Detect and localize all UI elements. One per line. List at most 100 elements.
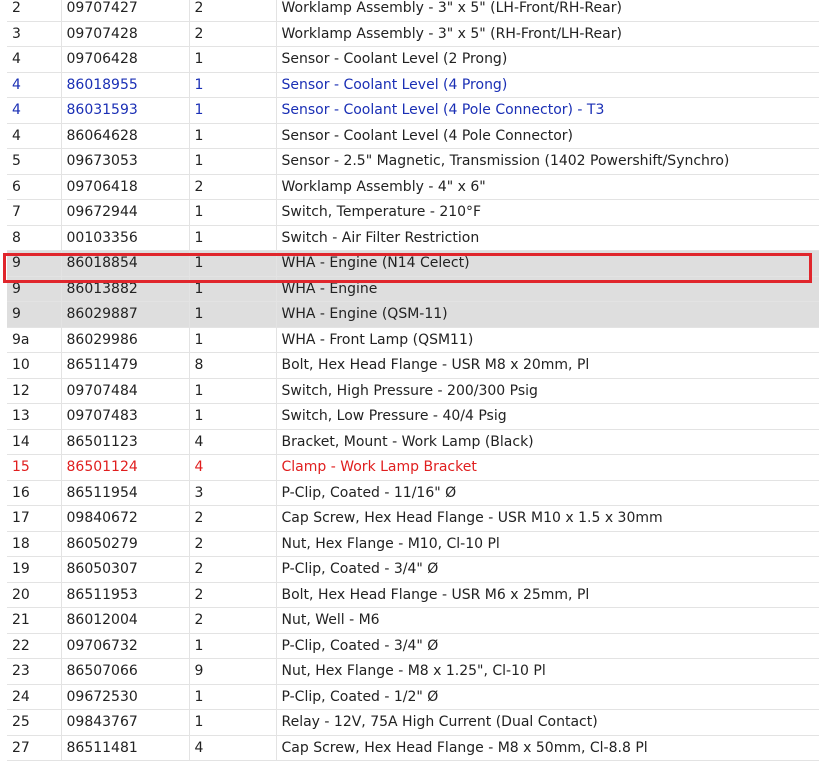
part-number-cell: 86050307 [60,556,189,583]
description-cell: Sensor - 2.5" Magnetic, Transmission (14… [275,148,819,175]
description-cell: Nut, Hex Flange - M10, Cl-10 Pl [275,531,819,557]
table-row[interactable]: 19 86050307 2 P-Clip, Coated - 3/4" Ø [7,556,819,583]
item-number-cell: 27 [7,735,61,761]
item-number-cell: 18 [7,531,61,557]
description-cell: Switch, High Pressure - 200/300 Psig [275,378,819,404]
item-number-cell: 22 [7,633,61,659]
table-row[interactable]: 23 86507066 9 Nut, Hex Flange - M8 x 1.25",… [7,658,819,685]
quantity-cell: 1 [188,684,276,710]
part-number-cell: 09706428 [60,46,189,73]
part-number-cell: 86501123 [60,429,189,455]
table-row[interactable]: 12 09707484 1 Switch, High Pressure - 200/3… [7,378,819,404]
item-number-cell: 2 [7,0,61,22]
table-row[interactable]: 16 86511954 3 P-Clip, Coated - 11/16" Ø [7,480,819,506]
quantity-cell: 1 [188,199,276,226]
part-number-cell: 86507066 [60,658,189,685]
table-row[interactable]: 4 09706428 1 Sensor - Coolant Level (2 Pron… [7,46,819,73]
part-number-cell: 09843767 [60,709,189,736]
description-cell: Cap Screw, Hex Head Flange - USR M10 x 1… [275,505,819,532]
table-row[interactable]: 21 86012004 2 Nut, Well - M6 [7,607,819,634]
quantity-cell: 2 [188,174,276,200]
item-number-cell: 7 [7,199,61,226]
table-row[interactable]: 9 86029887 1 WHA - Engine (QSM-11) [7,301,819,328]
table-row[interactable]: 10 86511479 8 Bolt, Hex Head Flange - USR M… [7,352,819,379]
table-row[interactable]: 2 09707427 2 Worklamp Assembly - 3" x 5" (L… [7,0,819,22]
item-number-cell: 3 [7,21,61,47]
table-row[interactable]: 9a 86029986 1 WHA - Front Lamp (QSM11) [7,327,819,353]
quantity-cell: 1 [188,276,276,302]
item-number-cell: 21 [7,607,61,634]
quantity-cell: 1 [188,633,276,659]
table-row[interactable]: 5 09673053 1 Sensor - 2.5" Magnetic, Transm… [7,148,819,175]
item-number-cell: 6 [7,174,61,200]
table-row[interactable]: 24 09672530 1 P-Clip, Coated - 1/2" Ø [7,684,819,710]
description-cell: Worklamp Assembly - 4" x 6" [275,174,819,200]
quantity-cell: 1 [188,250,276,277]
table-row[interactable]: 4 86064628 1 Sensor - Coolant Level (4 Pole… [7,123,819,149]
quantity-cell: 1 [188,301,276,328]
table-row[interactable]: 8 00103356 1 Switch - Air Filter Restrictio… [7,225,819,251]
parts-table-body: 2 09707427 2 Worklamp Assembly - 3" x 5" (L… [7,0,819,761]
table-row[interactable]: 20 86511953 2 Bolt, Hex Head Flange - USR M… [7,582,819,608]
quantity-cell: 1 [188,46,276,73]
table-row[interactable]: 17 09840672 2 Cap Screw, Hex Head Flange - … [7,505,819,532]
table-row[interactable]: 7 09672944 1 Switch, Temperature - 210°F [7,199,819,226]
quantity-cell: 1 [188,148,276,175]
table-row[interactable]: 25 09843767 1 Relay - 12V, 75A High Current… [7,709,819,736]
part-number-cell: 09840672 [60,505,189,532]
item-number-cell: 9a [7,327,61,353]
table-row[interactable]: 6 09706418 2 Worklamp Assembly - 4" x 6" [7,174,819,200]
description-cell: WHA - Engine [275,276,819,302]
part-number-cell: 09706732 [60,633,189,659]
description-cell: WHA - Engine (QSM-11) [275,301,819,328]
part-number-cell: 86511479 [60,352,189,379]
description-cell: Sensor - Coolant Level (4 Pole Connector… [275,97,819,124]
part-number-cell: 09707483 [60,403,189,430]
table-row[interactable]: 15 86501124 4 Clamp - Work Lamp Bracket [7,454,819,481]
item-number-cell: 9 [7,276,61,302]
item-number-cell: 19 [7,556,61,583]
table-row[interactable]: 4 86018955 1 Sensor - Coolant Level (4 Pron… [7,72,819,98]
part-number-cell: 09707484 [60,378,189,404]
description-cell: Bolt, Hex Head Flange - USR M6 x 25mm, P… [275,582,819,608]
part-number-cell: 86029986 [60,327,189,353]
table-row-selected[interactable]: 9 86018854 1 WHA - Engine (N14 Celect) [7,250,819,277]
quantity-cell: 2 [188,0,276,22]
description-cell: Bracket, Mount - Work Lamp (Black) [275,429,819,455]
quantity-cell: 2 [188,21,276,47]
item-number-cell: 15 [7,454,61,481]
table-row[interactable]: 14 86501123 4 Bracket, Mount - Work Lamp (B… [7,429,819,455]
table-row[interactable]: 3 09707428 2 Worklamp Assembly - 3" x 5" (R… [7,21,819,47]
item-number-cell: 4 [7,97,61,124]
part-number-cell: 86029887 [60,301,189,328]
quantity-cell: 8 [188,352,276,379]
description-cell: Switch, Temperature - 210°F [275,199,819,226]
description-cell: Worklamp Assembly - 3" x 5" (LH-Front/RH… [275,0,819,22]
part-number-cell: 86064628 [60,123,189,149]
description-cell: P-Clip, Coated - 11/16" Ø [275,480,819,506]
item-number-cell: 14 [7,429,61,455]
quantity-cell: 2 [188,531,276,557]
description-cell: Nut, Hex Flange - M8 x 1.25", Cl-10 Pl [275,658,819,685]
part-number-cell: 86012004 [60,607,189,634]
table-row[interactable]: 27 86511481 4 Cap Screw, Hex Head Flange - … [7,735,819,761]
table-row[interactable]: 22 09706732 1 P-Clip, Coated - 3/4" Ø [7,633,819,659]
item-number-cell: 24 [7,684,61,710]
description-cell: P-Clip, Coated - 3/4" Ø [275,633,819,659]
quantity-cell: 1 [188,378,276,404]
part-number-cell: 86050279 [60,531,189,557]
quantity-cell: 1 [188,709,276,736]
table-row[interactable]: 13 09707483 1 Switch, Low Pressure - 40/4 P… [7,403,819,430]
part-number-cell: 86018955 [60,72,189,98]
table-row[interactable]: 4 86031593 1 Sensor - Coolant Level (4 Pole… [7,97,819,124]
quantity-cell: 3 [188,480,276,506]
description-cell: Clamp - Work Lamp Bracket [275,454,819,481]
description-cell: Switch, Low Pressure - 40/4 Psig [275,403,819,430]
description-cell: Relay - 12V, 75A High Current (Dual Cont… [275,709,819,736]
table-row[interactable]: 18 86050279 2 Nut, Hex Flange - M10, Cl-10 … [7,531,819,557]
table-row[interactable]: 9 86013882 1 WHA - Engine [7,276,819,302]
part-number-cell: 86018854 [60,250,189,277]
description-cell: P-Clip, Coated - 3/4" Ø [275,556,819,583]
item-number-cell: 9 [7,250,61,277]
item-number-cell: 4 [7,46,61,73]
